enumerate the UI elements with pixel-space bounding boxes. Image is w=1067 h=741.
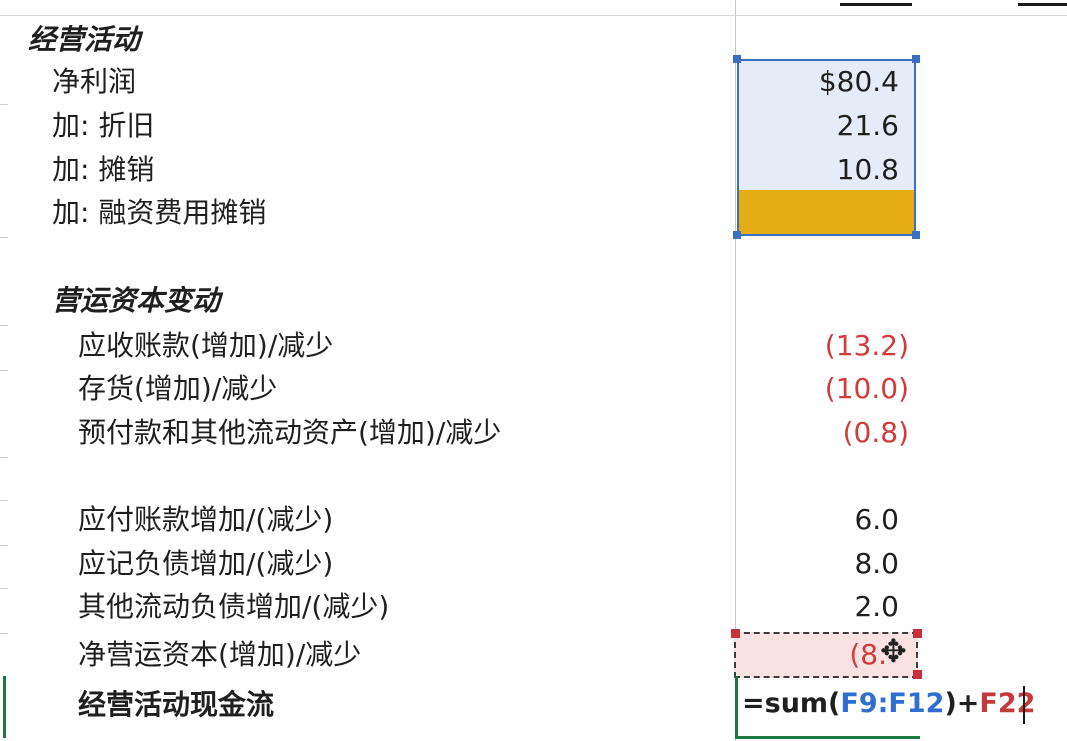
row-label-payables: 应付账款增加/(减少)	[78, 503, 334, 536]
row-label-receivables: 应收账款(增加)/减少	[78, 329, 334, 362]
cell-amortization[interactable]: 10.8	[837, 150, 899, 190]
reference-handle[interactable]	[731, 629, 740, 638]
row-label-accrued: 应记负债增加/(减少)	[78, 547, 334, 580]
row-label-depreciation: 加: 折旧	[52, 109, 155, 142]
cell-receivables[interactable]: (13.2)	[825, 326, 909, 366]
row-tick	[0, 457, 8, 458]
reference-handle[interactable]	[913, 670, 922, 679]
section-operating-activities: 经营活动	[28, 23, 141, 56]
reference-handle[interactable]	[913, 629, 922, 638]
row-label-prepaid: 预付款和其他流动资产(增加)/减少	[78, 416, 502, 449]
formula-prefix: =sum(	[742, 688, 841, 719]
row-tick	[0, 633, 8, 634]
selection-handle[interactable]	[733, 231, 741, 239]
row-label-net-income: 净利润	[52, 65, 137, 98]
row-label-net-working-capital: 净营运资本(增加)/减少	[78, 638, 362, 671]
highlighted-cell[interactable]	[739, 190, 914, 234]
formula-operator: )+	[944, 688, 980, 719]
row-tick	[0, 237, 8, 238]
row-tick	[0, 545, 8, 546]
text-caret	[1023, 686, 1025, 724]
row-tick	[0, 370, 8, 371]
fill-handle[interactable]	[912, 231, 920, 239]
spreadsheet-grid[interactable]: 经营活动 净利润 $80.4 加: 折旧 21.6 加: 摊销 10.8 加: …	[0, 0, 1067, 741]
cell-inventory[interactable]: (10.0)	[825, 369, 909, 409]
row-label-amortization: 加: 摊销	[52, 153, 155, 186]
move-cursor-icon: ✥	[880, 632, 907, 670]
row-tick	[0, 104, 8, 105]
cell-other-liabilities[interactable]: 2.0	[854, 587, 899, 627]
active-cell-border	[735, 676, 738, 738]
formula-ref-range: F9:F12	[840, 688, 945, 719]
formula-ref-cell: F22	[979, 688, 1036, 719]
selection-handle[interactable]	[912, 55, 920, 63]
section-working-capital: 营运资本变动	[52, 284, 221, 317]
cell-payables[interactable]: 6.0	[854, 500, 899, 540]
cell-prepaid[interactable]: (0.8)	[843, 413, 909, 453]
row-tick	[0, 325, 8, 326]
row-label-other-liabilities: 其他流动负债增加/(减少)	[78, 590, 390, 623]
row-divider	[0, 15, 1067, 16]
header-underline	[840, 3, 912, 6]
row-label-operating-cash-flow: 经营活动现金流	[78, 688, 275, 721]
cell-net-income[interactable]: $80.4	[819, 62, 899, 102]
row-tick	[0, 500, 8, 501]
active-cell-border	[735, 736, 920, 739]
header-underline	[1018, 3, 1067, 6]
row-label-financing-amortization: 加: 融资费用摊销	[52, 196, 267, 229]
cell-accrued[interactable]: 8.0	[854, 544, 899, 584]
formula-input[interactable]: =sum(F9:F12)+F22	[742, 684, 1035, 724]
selection-handle[interactable]	[733, 55, 741, 63]
active-row-indicator	[3, 676, 6, 738]
row-label-inventory: 存货(增加)/减少	[78, 372, 278, 405]
cell-depreciation[interactable]: 21.6	[837, 106, 899, 146]
row-tick	[0, 588, 8, 589]
